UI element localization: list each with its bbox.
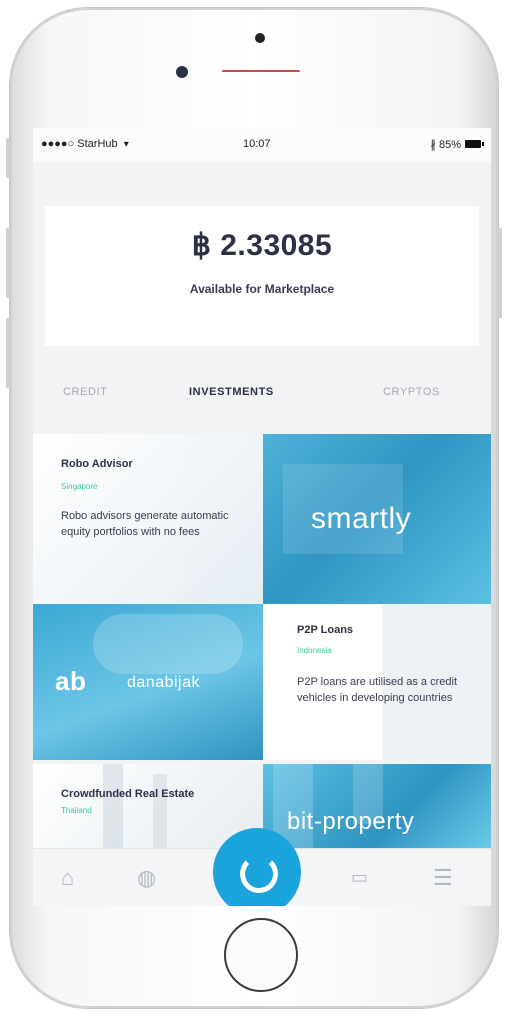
- volume-up-button: [6, 228, 12, 298]
- power-button: [496, 228, 502, 318]
- app-screen: ●●●●○ StarHub ▾ 10:07 ∦ 85% ฿ 2.33085 Av…: [33, 128, 491, 906]
- status-bar: ●●●●○ StarHub ▾ 10:07 ∦ 85%: [33, 128, 491, 162]
- tile-robo-advisor[interactable]: Robo Advisor Singapore Robo advisors gen…: [33, 434, 263, 604]
- menu-icon[interactable]: ☰: [433, 865, 453, 891]
- tile-p2p-loans[interactable]: P2P Loans Indonesia P2P loans are utilis…: [263, 604, 491, 760]
- robo-advisor-card: Robo Advisor Singapore Robo advisors gen…: [33, 434, 263, 604]
- battery-icon: [465, 140, 484, 148]
- carrier-label: ●●●●○ StarHub ▾: [41, 138, 129, 150]
- robo-advisor-description: Robo advisors generate automatic equity …: [61, 510, 229, 538]
- smartly-logo: smartly: [311, 502, 412, 535]
- globe-icon[interactable]: ◍: [137, 865, 156, 891]
- carrier-text: ●●●●○ StarHub: [41, 138, 118, 150]
- tab-investments[interactable]: INVESTMENTS: [189, 386, 274, 398]
- wifi-icon: ▾: [123, 139, 129, 150]
- danabijak-icon: ab: [55, 666, 87, 696]
- tile-crowdfunded-real-estate[interactable]: Crowdfunded Real Estate Thailand: [33, 764, 263, 848]
- proximity-sensor: [255, 33, 265, 43]
- balance-card: ฿ 2.33085 Available for Marketplace: [45, 206, 479, 346]
- balance-amount: ฿ 2.33085: [191, 229, 333, 262]
- front-camera: [176, 66, 188, 78]
- p2p-loans-tag: Indonesia: [297, 646, 332, 655]
- balance-label: Available for Marketplace: [189, 282, 335, 296]
- home-button[interactable]: [224, 918, 298, 992]
- refresh-icon: [240, 855, 278, 893]
- battery-percentage: ∦ 85%: [430, 138, 461, 151]
- battery-label: 85%: [438, 139, 461, 151]
- bit-property-logo: bit-property: [287, 808, 415, 835]
- danabijak-logo: danabijak: [127, 674, 200, 691]
- tab-credit[interactable]: CREDIT: [63, 386, 108, 398]
- card-icon[interactable]: ▭: [351, 867, 368, 888]
- refresh-button[interactable]: [213, 828, 301, 906]
- bluetooth-icon: ∦: [430, 139, 436, 151]
- p2p-loans-title: P2P Loans: [297, 624, 354, 636]
- clock: 10:07: [243, 138, 271, 150]
- tile-smartly[interactable]: smartly: [263, 434, 491, 604]
- tile-danabijak[interactable]: ab danabijak: [33, 604, 263, 760]
- crowdfunded-title: Crowdfunded Real Estate: [61, 788, 195, 800]
- p2p-loans-description: P2P loans are utilised as a credit vehic…: [297, 676, 457, 704]
- tab-cryptos[interactable]: CRYPTOS: [383, 386, 440, 398]
- earpiece-speaker: [222, 70, 300, 72]
- robo-advisor-tag: Singapore: [61, 482, 98, 491]
- volume-down-button: [6, 318, 12, 388]
- tile-bit-property[interactable]: bit-property: [263, 764, 491, 848]
- mute-switch: [6, 138, 12, 178]
- crowdfunded-tag: Thailand: [61, 806, 92, 815]
- category-tabs: CREDIT INVESTMENTS CRYPTOS: [33, 374, 491, 414]
- home-icon[interactable]: ⌂: [61, 865, 74, 891]
- robo-advisor-title: Robo Advisor: [61, 458, 133, 470]
- p2p-loans-card: P2P Loans Indonesia P2P loans are utilis…: [263, 604, 491, 760]
